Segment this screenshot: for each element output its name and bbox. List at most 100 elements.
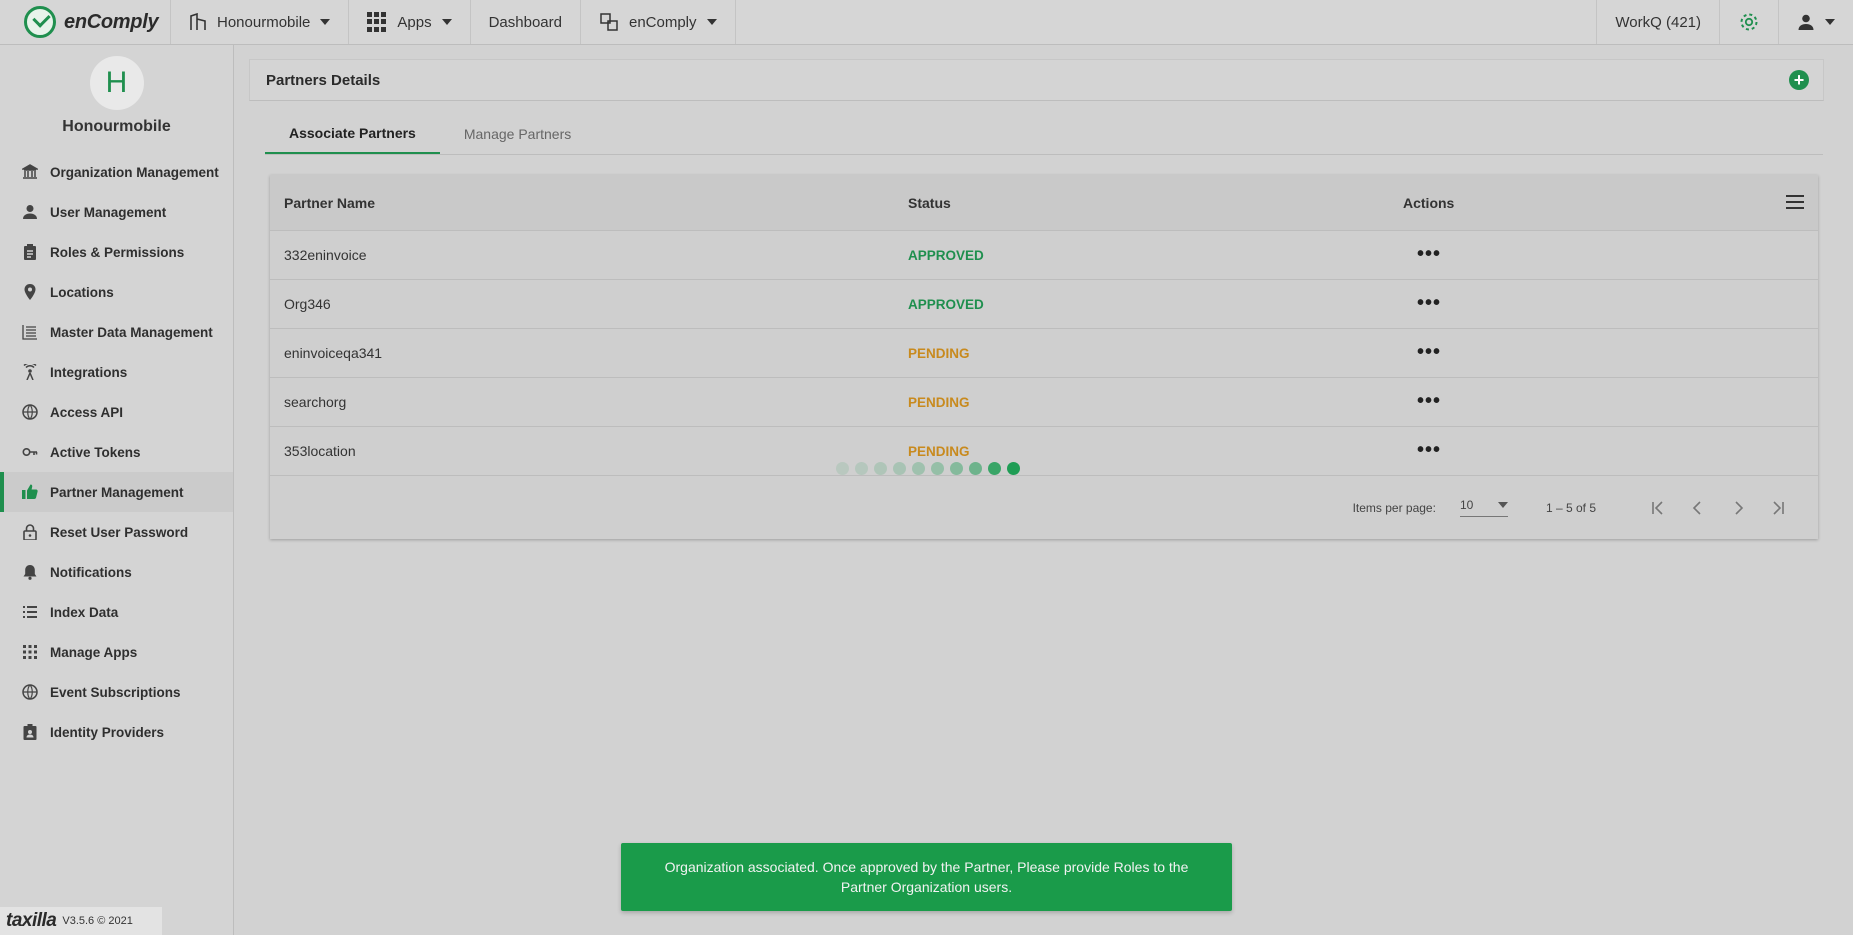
- tab-manage-partners[interactable]: Manage Partners: [440, 113, 595, 154]
- workq-link[interactable]: WorkQ (421): [1596, 0, 1719, 44]
- gear-icon: [1740, 13, 1758, 31]
- person-icon: [22, 204, 38, 220]
- sidebar-item-label: Index Data: [50, 604, 119, 620]
- row-actions-menu-icon[interactable]: •••: [1403, 439, 1441, 461]
- app-switcher-label: enComply: [628, 13, 697, 31]
- bank-icon: [22, 164, 38, 180]
- org-avatar: H: [89, 56, 144, 110]
- brand[interactable]: enComply: [0, 0, 171, 44]
- add-partner-button[interactable]: +: [1789, 70, 1809, 90]
- sidebar-item-label: Active Tokens: [50, 444, 141, 460]
- settings-button[interactable]: [1719, 0, 1778, 44]
- chevron-down-icon: [441, 19, 452, 25]
- sidebar-item-label: User Management: [50, 204, 167, 220]
- badge-icon: [22, 724, 38, 740]
- items-per-page-label: Items per page:: [1352, 500, 1436, 515]
- table-row: 332eninvoice APPROVED •••: [270, 231, 1818, 280]
- table-row: searchorg PENDING •••: [270, 378, 1818, 427]
- table-list-icon: [22, 604, 38, 620]
- sidebar-item-user-management[interactable]: User Management: [0, 192, 233, 232]
- app-switcher[interactable]: enComply: [581, 0, 736, 44]
- sidebar-item-access-api[interactable]: Access API: [0, 392, 233, 432]
- apps-menu[interactable]: Apps: [349, 0, 471, 44]
- success-toast: Organization associated. Once approved b…: [621, 843, 1232, 911]
- toast-message: Organization associated. Once approved b…: [664, 859, 1189, 895]
- sidebar-item-partner-management[interactable]: Partner Management: [0, 472, 233, 512]
- row-actions-menu-icon[interactable]: •••: [1403, 292, 1441, 314]
- antenna-icon: [22, 364, 38, 380]
- user-menu[interactable]: [1778, 0, 1853, 44]
- partner-name-cell: 332eninvoice: [284, 247, 367, 263]
- sidebar-item-event-subscriptions[interactable]: Event Subscriptions: [0, 672, 233, 712]
- apps-menu-label: Apps: [397, 13, 432, 31]
- status-badge: PENDING: [908, 395, 970, 410]
- sidebar-item-index-data[interactable]: Index Data: [0, 592, 233, 632]
- items-per-page-select[interactable]: 10: [1459, 498, 1508, 517]
- column-header-partner-name[interactable]: Partner Name: [270, 195, 908, 211]
- workq-label: WorkQ (421): [1615, 13, 1701, 31]
- org-menu[interactable]: Honourmobile: [171, 0, 350, 44]
- tab-associate-partners[interactable]: Associate Partners: [265, 113, 440, 154]
- next-page-button[interactable]: [1718, 493, 1758, 523]
- list-icon: [22, 324, 38, 340]
- partners-table: Partner Name Status Actions 332eninvoice…: [270, 175, 1818, 539]
- user-icon: [1798, 14, 1814, 30]
- clipboard-icon: [22, 244, 38, 260]
- lock-icon: [22, 524, 38, 540]
- sidebar-item-manage-apps[interactable]: Manage Apps: [0, 632, 233, 672]
- last-page-button[interactable]: [1758, 493, 1798, 523]
- row-actions-menu-icon[interactable]: •••: [1403, 390, 1441, 412]
- column-header-actions: Actions: [1403, 194, 1455, 211]
- column-header-status[interactable]: Status: [908, 195, 1403, 211]
- brand-name: enComply: [64, 10, 159, 33]
- partner-name-cell: eninvoiceqa341: [284, 345, 383, 361]
- dashboard-label: Dashboard: [488, 13, 562, 31]
- page-range: 1 – 5 of 5: [1545, 500, 1596, 515]
- apps-grid-icon: [367, 12, 387, 32]
- chevron-down-icon: [1497, 502, 1508, 508]
- column-menu-icon[interactable]: [1786, 195, 1804, 209]
- taxilla-logo: taxilla: [6, 910, 57, 931]
- sidebar-item-label: Partner Management: [50, 484, 184, 500]
- sidebar-item-label: Identity Providers: [50, 724, 165, 740]
- tab-bar: Associate Partners Manage Partners: [265, 113, 1823, 155]
- panel-header: Partners Details +: [249, 59, 1824, 101]
- table-row: eninvoiceqa341 PENDING •••: [270, 329, 1818, 378]
- sidebar: H Honourmobile Organization Management U…: [0, 45, 234, 935]
- bell-icon: [22, 564, 38, 580]
- partner-name-cell: Org346: [284, 296, 331, 312]
- partner-name-cell: 353location: [284, 443, 356, 459]
- row-actions-menu-icon[interactable]: •••: [1403, 243, 1441, 265]
- sidebar-item-label: Roles & Permissions: [50, 244, 185, 260]
- chevron-right-icon: [1735, 500, 1744, 515]
- sidebar-item-label: Master Data Management: [50, 324, 213, 340]
- sidebar-item-reset-user-password[interactable]: Reset User Password: [0, 512, 233, 552]
- chevron-down-icon: [706, 19, 717, 25]
- sidebar-item-notifications[interactable]: Notifications: [0, 552, 233, 592]
- previous-page-button[interactable]: [1678, 493, 1718, 523]
- table-row: Org346 APPROVED •••: [270, 280, 1818, 329]
- chevron-down-icon: [1825, 19, 1835, 25]
- sidebar-item-locations[interactable]: Locations: [0, 272, 233, 312]
- sidebar-item-roles-permissions[interactable]: Roles & Permissions: [0, 232, 233, 272]
- sidebar-item-integrations[interactable]: Integrations: [0, 352, 233, 392]
- dashboard-link[interactable]: Dashboard: [471, 0, 581, 44]
- switch-app-icon: [600, 13, 618, 31]
- loading-spinner: [836, 462, 1020, 475]
- sidebar-item-label: Manage Apps: [50, 644, 138, 660]
- main-content: Partners Details + Associate Partners Ma…: [249, 59, 1824, 935]
- top-bar: enComply Honourmobile Apps Dashboard enC…: [0, 0, 1853, 45]
- sidebar-item-label: Event Subscriptions: [50, 684, 181, 700]
- items-per-page-value: 10: [1459, 498, 1474, 512]
- thumbs-up-icon: [22, 484, 38, 500]
- row-actions-menu-icon[interactable]: •••: [1403, 341, 1441, 363]
- encomply-logo-icon: [24, 6, 56, 38]
- sidebar-item-organization-management[interactable]: Organization Management: [0, 152, 233, 192]
- table-row: 353location PENDING •••: [270, 427, 1818, 476]
- sidebar-item-identity-providers[interactable]: Identity Providers: [0, 712, 233, 752]
- sidebar-item-master-data-management[interactable]: Master Data Management: [0, 312, 233, 352]
- page-title: Partners Details: [266, 71, 381, 89]
- sidebar-item-active-tokens[interactable]: Active Tokens: [0, 432, 233, 472]
- first-page-button[interactable]: [1638, 493, 1678, 523]
- chevron-left-icon: [1692, 500, 1701, 515]
